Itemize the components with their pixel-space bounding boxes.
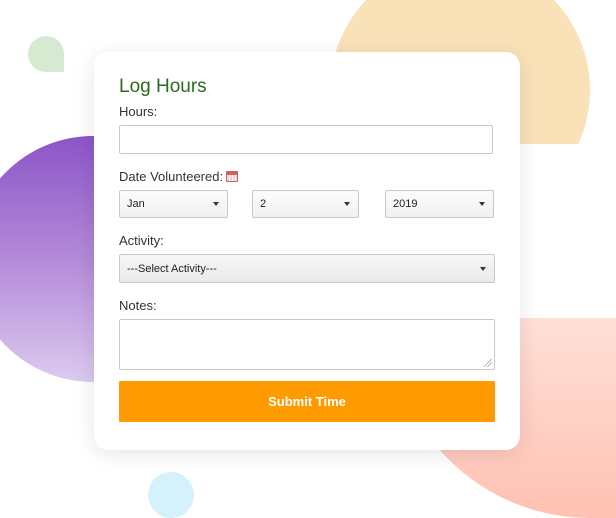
chevron-down-icon bbox=[213, 202, 219, 206]
form-title: Log Hours bbox=[119, 76, 207, 97]
date-volunteered-label: Date Volunteered: bbox=[119, 169, 224, 184]
notes-label: Notes: bbox=[119, 298, 157, 313]
month-select[interactable]: Jan bbox=[119, 190, 228, 218]
year-select-value: 2019 bbox=[393, 198, 418, 210]
decorative-purple-blob bbox=[0, 136, 95, 382]
activity-select[interactable]: ---Select Activity--- bbox=[119, 254, 495, 283]
year-select[interactable]: 2019 bbox=[385, 190, 494, 218]
hours-input[interactable] bbox=[119, 125, 493, 154]
decorative-blue-blob bbox=[148, 472, 194, 518]
day-select-value: 2 bbox=[260, 198, 267, 210]
hours-label: Hours: bbox=[119, 104, 158, 119]
calendar-icon[interactable] bbox=[226, 171, 239, 182]
log-hours-card: Log Hours Hours: Date Volunteered: Jan 2… bbox=[94, 52, 520, 450]
month-select-value: Jan bbox=[127, 198, 145, 210]
submit-time-button[interactable]: Submit Time bbox=[119, 381, 495, 422]
activity-label: Activity: bbox=[119, 233, 164, 248]
notes-textarea[interactable] bbox=[119, 319, 495, 370]
chevron-down-icon bbox=[344, 202, 350, 206]
resize-handle-icon[interactable] bbox=[484, 359, 492, 367]
activity-select-value: ---Select Activity--- bbox=[127, 262, 217, 275]
day-select[interactable]: 2 bbox=[252, 190, 359, 218]
date-volunteered-label-row: Date Volunteered: bbox=[119, 169, 239, 184]
decorative-green-blob bbox=[28, 36, 64, 72]
chevron-down-icon bbox=[480, 266, 486, 271]
chevron-down-icon bbox=[479, 202, 485, 206]
